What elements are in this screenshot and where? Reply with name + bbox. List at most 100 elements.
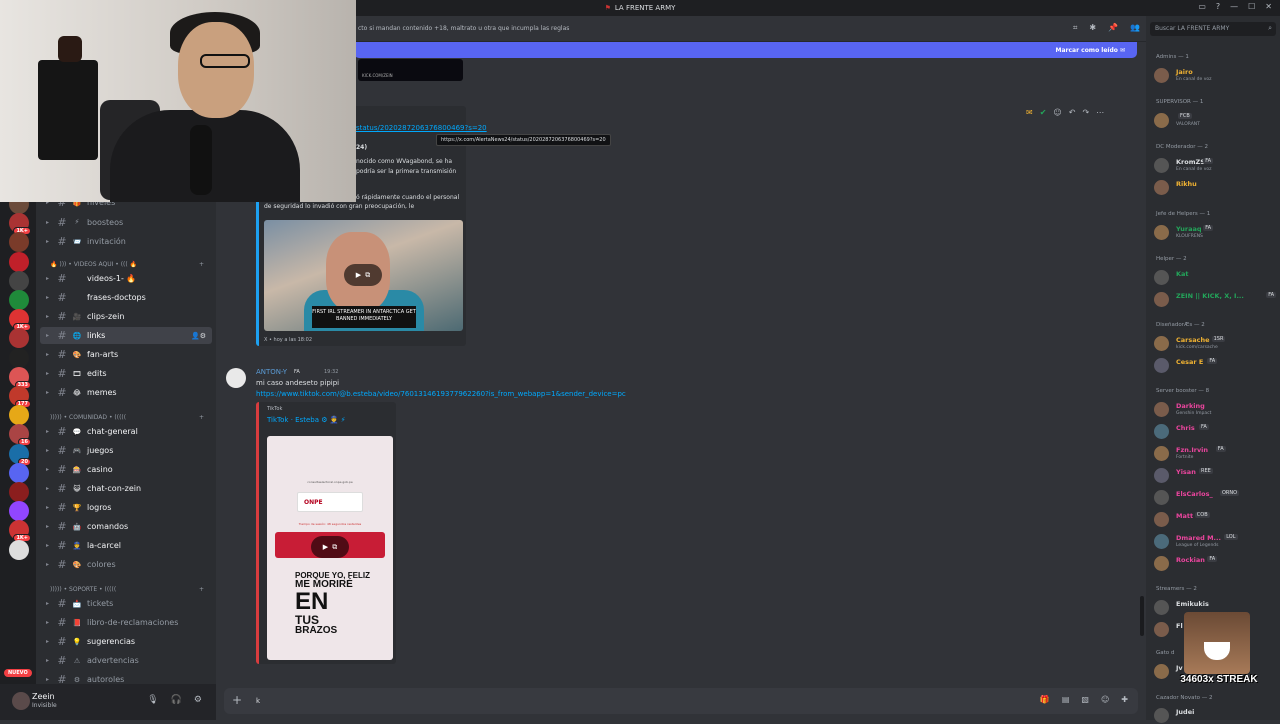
channel-category[interactable]: ))))) • COMUNIDAD • (((((+ [50, 411, 210, 423]
channel-item[interactable]: ▸ # 🌐 links 👤⚙ [40, 327, 212, 344]
server-icon[interactable]: 1K+ [9, 520, 31, 543]
channel-settings-icon[interactable]: 👤⚙ [191, 332, 206, 340]
member-item[interactable]: ElsCarlos_ ORNO [1150, 488, 1276, 506]
server-icon[interactable] [9, 405, 29, 426]
add-channel-icon[interactable]: + [199, 261, 204, 268]
server-icon[interactable]: 333 [9, 366, 31, 389]
member-item[interactable]: Matt COB [1150, 510, 1276, 528]
member-item[interactable]: VALORANT FCB [1150, 111, 1276, 129]
server-icon[interactable] [9, 251, 29, 272]
minimize-button[interactable]: — [1230, 2, 1238, 11]
channel-item[interactable]: ▸ # 🎰 casino [40, 461, 212, 478]
message-input[interactable]: + k 🎁 ▤ ▧ ☺ ✚ [224, 688, 1138, 714]
server-icon[interactable]: 16 [9, 424, 31, 447]
channel-item[interactable]: ▸ # ⚡ boosteos [40, 214, 212, 231]
member-item[interactable]: Rockian FA [1150, 554, 1276, 572]
close-button[interactable]: ✕ [1265, 2, 1272, 11]
channel-item[interactable]: ▸ # 😺 chat-con-zein [40, 480, 212, 497]
apps-icon[interactable]: ✚ [1121, 695, 1128, 704]
mark-as-read-button[interactable]: Marcar como leído [1056, 47, 1118, 54]
video-thumbnail[interactable]: KICK.COM/ZEIN [358, 59, 463, 81]
server-icon[interactable] [9, 482, 29, 502]
help-icon[interactable]: ? [1216, 2, 1220, 11]
member-item[interactable]: Fzn.Irvin Fortnite FA [1150, 444, 1276, 462]
server-icon[interactable]: 20 [9, 443, 31, 466]
notification-bell-icon[interactable]: ✱ [1089, 23, 1096, 33]
member-item[interactable]: Kat [1150, 268, 1276, 286]
search-input[interactable]: Buscar LA FRENTE ARMY ⌕ [1150, 22, 1276, 36]
member-item[interactable]: ZEIN || KICK, X, I... FA [1150, 290, 1277, 308]
avatar[interactable] [226, 368, 246, 388]
member-item[interactable]: Rikhu [1150, 178, 1276, 196]
channel-item[interactable]: ▸ # 😂 memes [40, 384, 212, 401]
channel-item[interactable]: ▸ # ⚙ autoroles [40, 671, 212, 684]
member-item[interactable]: Chris FA [1150, 422, 1276, 440]
server-icon[interactable]: 1K+ [9, 309, 31, 332]
play-video-button[interactable]: ▶ ⧉ [344, 264, 382, 286]
channel-item[interactable]: ▸ # 📨 invitación [40, 233, 212, 250]
microphone-icon[interactable]: 🎙 [147, 695, 158, 705]
embed-title[interactable]: TikTok · Esteba ⚙ 👮 ⚡ [267, 416, 346, 424]
sticker-icon[interactable]: ▧ [1081, 695, 1089, 704]
settings-gear-icon[interactable]: ⚙ [194, 695, 202, 705]
message-input-text[interactable]: k [256, 697, 260, 705]
channel-item[interactable]: ▸ # 🏆 logros [40, 499, 212, 516]
channel-item[interactable]: ▸ # ⚠ advertencias [40, 652, 212, 669]
member-item[interactable]: Cesar E FA [1150, 356, 1276, 374]
maximize-button[interactable]: ☐ [1248, 2, 1255, 11]
server-icon[interactable] [9, 290, 29, 310]
member-item[interactable]: Yisan REE [1150, 466, 1276, 484]
member-item[interactable]: Darking Genshin Impact [1150, 400, 1276, 418]
server-icon[interactable] [9, 501, 29, 522]
message-link[interactable]: https://www.tiktok.com/@b.esteba/video/7… [256, 390, 626, 398]
embed-image[interactable]: FIRST IRL STREAMER IN ANTARCTICA GET BAN… [264, 220, 463, 331]
react-icon[interactable]: ✉ [1026, 108, 1033, 117]
channel-category[interactable]: 🔥 ))) • VIDEOS AQUI • ((( 🔥 + [50, 258, 210, 270]
avatar[interactable] [12, 692, 30, 710]
threads-icon[interactable]: ⌗ [1073, 23, 1078, 33]
message-author[interactable]: ANTON-Y [256, 368, 287, 376]
server-icon[interactable] [9, 462, 29, 483]
tiktok-thumbnail[interactable]: consultaelectoral.onpe.gob.pe ONPE Tiemp… [267, 436, 393, 660]
member-item[interactable]: Jairo En canal de voz [1150, 66, 1276, 84]
server-icon[interactable] [9, 270, 29, 291]
add-channel-icon[interactable]: + [199, 586, 204, 593]
headphones-icon[interactable]: 🎧 [171, 695, 182, 705]
member-item[interactable]: Judei [1150, 706, 1276, 724]
gift-icon[interactable]: 🎁 [1040, 695, 1050, 704]
pin-icon[interactable]: 📌 [1108, 23, 1118, 33]
more-icon[interactable]: ⋯ [1096, 108, 1104, 117]
channel-item[interactable]: ▸ # 🤖 comandos [40, 518, 212, 535]
server-icon[interactable]: 1K+ [9, 213, 31, 236]
channel-item[interactable]: ▸ # frases-doctops [40, 289, 212, 306]
reply-icon[interactable]: ↶ [1069, 108, 1076, 117]
server-icon[interactable] [9, 347, 29, 368]
member-item[interactable]: Dmared M... League of Legends LOL [1150, 532, 1276, 550]
channel-item[interactable]: ▸ # 🎥 clips-zein [40, 308, 212, 325]
chat-scrollbar[interactable] [1140, 596, 1144, 636]
channel-item[interactable]: ▸ # 📕 libro-de-reclamaciones [40, 614, 212, 631]
channel-item[interactable]: ▸ # 👮 la-carcel [40, 537, 212, 554]
channel-item[interactable]: ▸ # videos-1- 🔥 [40, 270, 212, 287]
channel-item[interactable]: ▸ # 💡 sugerencias [40, 633, 212, 650]
channel-item[interactable]: ▸ # 📩 tickets [40, 595, 212, 612]
member-list-icon[interactable]: 👥 [1130, 23, 1140, 33]
attach-plus-icon[interactable]: + [232, 693, 242, 707]
user-name[interactable]: Zeein [32, 692, 55, 701]
emoji-icon[interactable]: ☺ [1101, 695, 1109, 704]
new-badge[interactable]: NUEVO [4, 669, 32, 677]
channel-category[interactable]: ))))) • SOPORTE • (((((+ [50, 583, 210, 595]
channel-topic[interactable]: cto si mandan contenido +18, maltrato u … [358, 25, 569, 32]
message-link[interactable]: status/2020287206376800469?s=20 [356, 124, 487, 132]
channel-item[interactable]: ▸ # 🎨 fan-arts [40, 346, 212, 363]
add-channel-icon[interactable]: + [199, 414, 204, 421]
server-icon[interactable] [9, 232, 29, 253]
play-video-button[interactable]: ▶ ⧉ [311, 536, 349, 558]
server-icon[interactable] [9, 328, 29, 349]
member-item[interactable]: Carsache kick.com/carsache 1SR [1150, 334, 1276, 352]
channel-item[interactable]: ▸ # 🎮 juegos [40, 442, 212, 459]
member-item[interactable]: Yuraaq KLOUFRENS FA [1150, 223, 1276, 241]
member-item[interactable]: KromZS En canal de voz FA [1150, 156, 1276, 174]
forward-icon[interactable]: ↷ [1082, 108, 1089, 117]
gif-icon[interactable]: ▤ [1062, 695, 1070, 704]
